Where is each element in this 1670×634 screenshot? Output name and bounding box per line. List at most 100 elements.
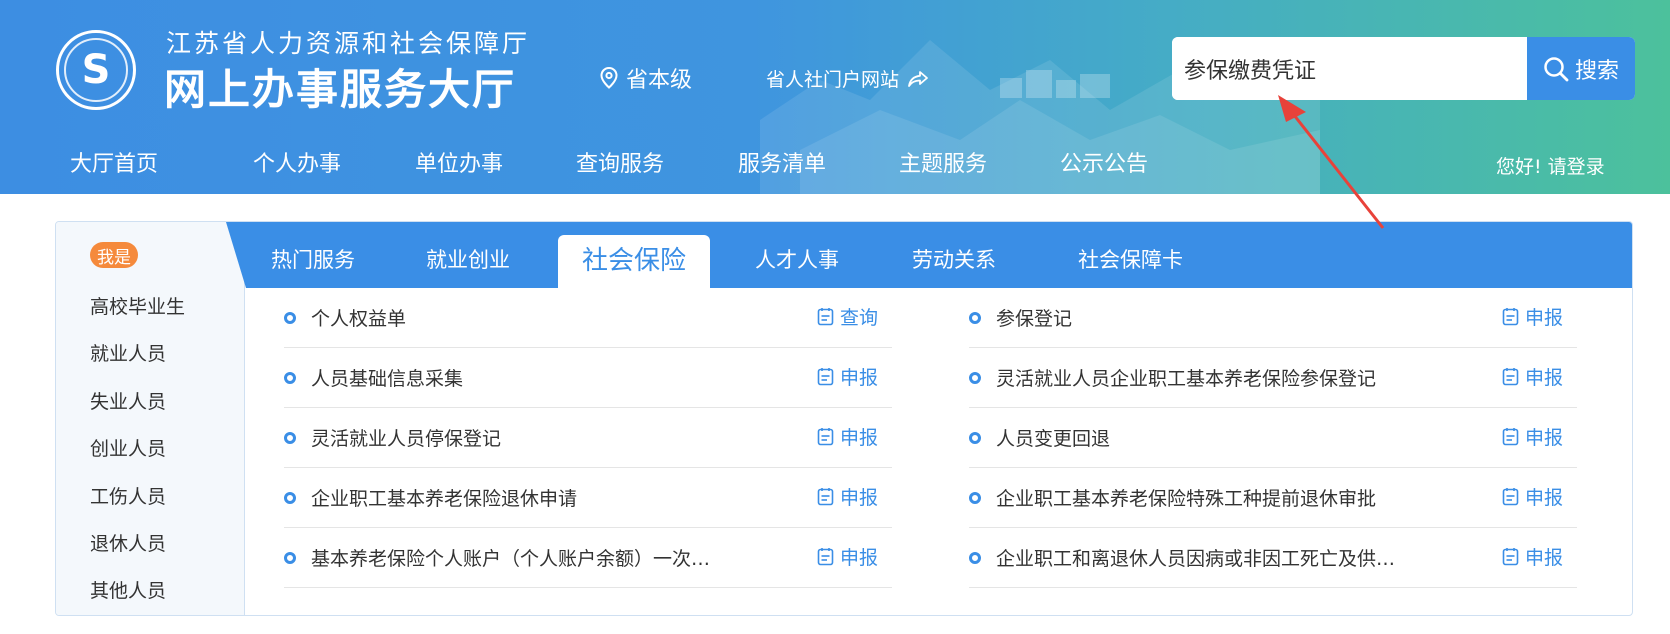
search-button[interactable]: 搜索 — [1527, 37, 1635, 100]
tab-talent[interactable]: 人才人事 — [755, 222, 839, 288]
role-badge: 我是 — [90, 242, 138, 268]
search-button-label: 搜索 — [1574, 58, 1619, 84]
greeting-text: 您好! — [1496, 156, 1542, 178]
form-icon — [817, 368, 834, 386]
form-icon — [1502, 548, 1519, 566]
location-label: 省本级 — [626, 68, 693, 93]
nav-service-list[interactable]: 服务清单 — [738, 146, 826, 178]
bullet-icon — [969, 432, 981, 444]
service-label: 企业职工基本养老保险退休申请 — [311, 488, 578, 510]
main-nav: 大厅首页 个人办事 单位办事 查询服务 服务清单 主题服务 公示公告 您好! 请登… — [0, 140, 1670, 194]
service-action-label: 申报 — [1524, 427, 1563, 449]
tab-hot-services[interactable]: 热门服务 — [271, 222, 355, 288]
role-sidebar: 我是 高校毕业生 就业人员 失业人员 创业人员 工伤人员 退休人员 其他人员 — [56, 222, 245, 615]
search-box: 搜索 — [1172, 37, 1635, 100]
service-action-label: 申报 — [1524, 307, 1563, 329]
service-item[interactable]: 灵活就业人员企业职工基本养老保险参保登记 申报 — [969, 348, 1577, 408]
service-action[interactable]: 查询 — [817, 303, 878, 330]
bullet-icon — [284, 312, 296, 324]
location-pin-icon — [600, 67, 618, 89]
user-greeting: 您好! 请登录 — [1496, 152, 1605, 179]
bullet-icon — [284, 492, 296, 504]
tab-labor-relations[interactable]: 劳动关系 — [912, 222, 996, 288]
service-action-label: 申报 — [839, 487, 878, 509]
nav-home[interactable]: 大厅首页 — [70, 146, 158, 178]
service-item[interactable]: 基本养老保险个人账户（个人账户余额）一次… 申报 — [284, 528, 892, 588]
org-name: 江苏省人力资源和社会保障厅 — [166, 29, 531, 58]
service-item[interactable]: 企业职工基本养老保险退休申请 申报 — [284, 468, 892, 528]
login-link[interactable]: 请登录 — [1548, 156, 1605, 178]
service-label: 灵活就业人员企业职工基本养老保险参保登记 — [996, 368, 1377, 390]
portal-link-label: 省人社门户网站 — [766, 69, 900, 91]
service-action[interactable]: 申报 — [817, 363, 878, 390]
bullet-icon — [284, 552, 296, 564]
service-item[interactable]: 人员变更回退 申报 — [969, 408, 1577, 468]
nav-notice[interactable]: 公示公告 — [1060, 146, 1148, 178]
service-action[interactable]: 申报 — [817, 483, 878, 510]
form-icon — [1502, 308, 1519, 326]
form-icon — [817, 308, 834, 326]
form-icon — [817, 428, 834, 446]
service-action[interactable]: 申报 — [1502, 303, 1563, 330]
nav-personal[interactable]: 个人办事 — [253, 146, 341, 178]
role-other[interactable]: 其他人员 — [90, 576, 166, 603]
nav-query[interactable]: 查询服务 — [576, 146, 664, 178]
form-icon — [817, 488, 834, 506]
service-label: 企业职工基本养老保险特殊工种提前退休审批 — [996, 488, 1377, 510]
service-label: 人员基础信息采集 — [311, 368, 464, 390]
service-item[interactable]: 个人权益单 查询 — [284, 288, 892, 348]
form-icon — [1502, 488, 1519, 506]
role-retired[interactable]: 退休人员 — [90, 529, 166, 556]
bullet-icon — [969, 372, 981, 384]
service-action[interactable]: 申报 — [1502, 483, 1563, 510]
role-employed[interactable]: 就业人员 — [90, 339, 166, 366]
service-action[interactable]: 申报 — [817, 423, 878, 450]
tab-employment[interactable]: 就业创业 — [426, 222, 510, 288]
service-panel: 我是 高校毕业生 就业人员 失业人员 创业人员 工伤人员 退休人员 其他人员 热… — [55, 221, 1633, 616]
service-label: 参保登记 — [996, 308, 1073, 330]
tab-social-insurance[interactable]: 社会保险 — [558, 235, 710, 288]
service-label: 人员变更回退 — [996, 428, 1111, 450]
role-injured[interactable]: 工伤人员 — [90, 482, 166, 509]
bullet-icon — [284, 372, 296, 384]
service-item[interactable]: 企业职工基本养老保险特殊工种提前退休审批 申报 — [969, 468, 1577, 528]
service-item[interactable]: 参保登记 申报 — [969, 288, 1577, 348]
site-header: S 江苏省人力资源和社会保障厅 网上办事服务大厅 省本级 省人社门户网站 搜索 … — [0, 0, 1670, 194]
service-label: 个人权益单 — [311, 308, 407, 330]
site-title: 网上办事服务大厅 — [164, 65, 517, 114]
portal-link[interactable]: 省人社门户网站 — [766, 65, 929, 92]
bullet-icon — [284, 432, 296, 444]
category-tabs: 热门服务 就业创业 社会保险 人才人事 劳动关系 社会保障卡 — [226, 222, 1632, 288]
social-security-logo-icon: S — [64, 38, 128, 102]
role-graduate[interactable]: 高校毕业生 — [90, 292, 185, 319]
search-input[interactable] — [1172, 37, 1527, 100]
service-item[interactable]: 企业职工和离退休人员因病或非因工死亡及供… 申报 — [969, 528, 1577, 588]
nav-theme[interactable]: 主题服务 — [899, 146, 987, 178]
service-label: 灵活就业人员停保登记 — [311, 428, 502, 450]
nav-company[interactable]: 单位办事 — [415, 146, 503, 178]
service-item[interactable]: 灵活就业人员停保登记 申报 — [284, 408, 892, 468]
form-icon — [1502, 368, 1519, 386]
bullet-icon — [969, 552, 981, 564]
bullet-icon — [969, 492, 981, 504]
role-entrepreneur[interactable]: 创业人员 — [90, 434, 166, 461]
service-action[interactable]: 申报 — [1502, 423, 1563, 450]
service-action[interactable]: 申报 — [1502, 543, 1563, 570]
service-action-label: 申报 — [839, 367, 878, 389]
service-item[interactable]: 人员基础信息采集 申报 — [284, 348, 892, 408]
form-icon — [1502, 428, 1519, 446]
service-action-label: 申报 — [839, 547, 878, 569]
service-action-label: 申报 — [1524, 367, 1563, 389]
service-action-label: 查询 — [839, 307, 878, 329]
service-label: 基本养老保险个人账户（个人账户余额）一次… — [311, 548, 711, 570]
service-action-label: 申报 — [1524, 487, 1563, 509]
service-action[interactable]: 申报 — [1502, 363, 1563, 390]
form-icon — [817, 548, 834, 566]
service-action[interactable]: 申报 — [817, 543, 878, 570]
tab-ssc-card[interactable]: 社会保障卡 — [1078, 222, 1183, 288]
logo[interactable]: S — [56, 30, 136, 110]
search-icon — [1544, 56, 1569, 81]
role-unemployed[interactable]: 失业人员 — [90, 387, 166, 414]
location-selector[interactable]: 省本级 — [600, 62, 692, 94]
service-action-label: 申报 — [839, 427, 878, 449]
